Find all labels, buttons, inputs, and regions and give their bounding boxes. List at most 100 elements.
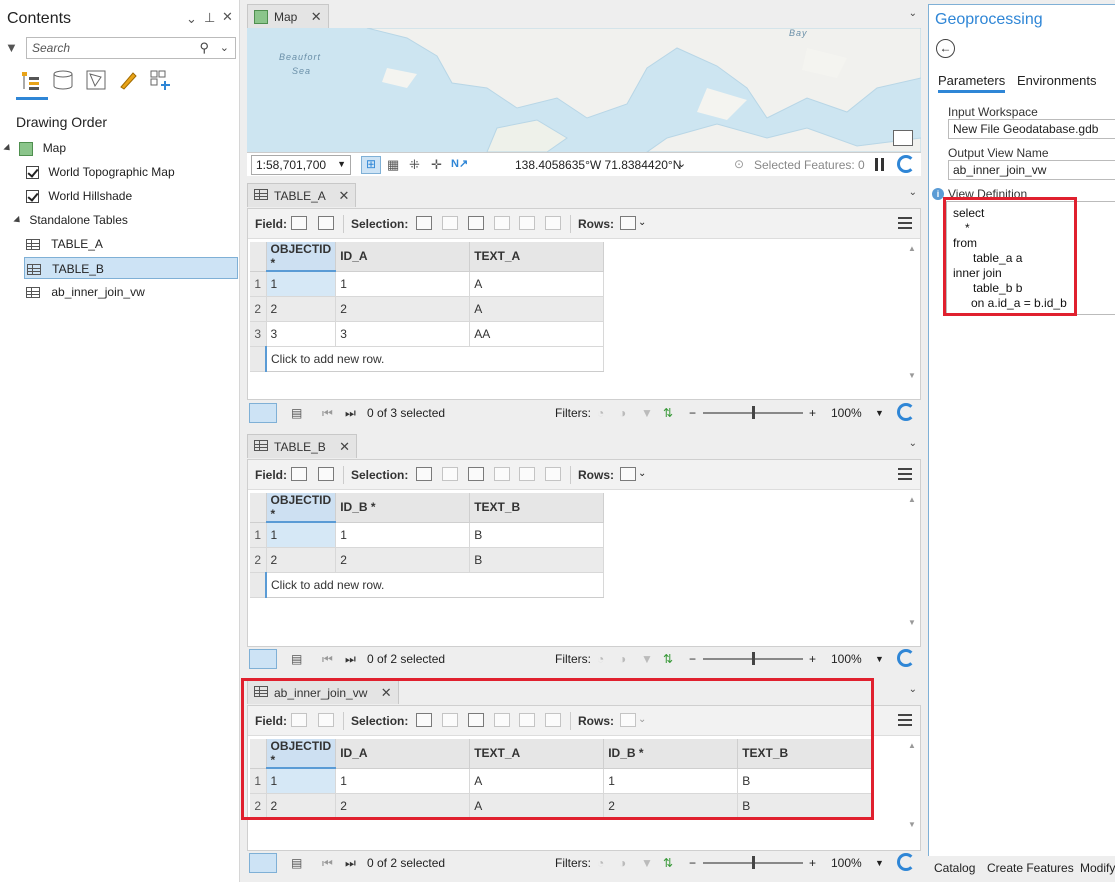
copy-selected-icon[interactable] [545,216,561,230]
pin-icon[interactable]: ⊥ [204,10,215,26]
filter-definition-icon[interactable]: ▼ [641,652,653,666]
calculate-field-icon[interactable] [318,216,334,230]
table-cell[interactable]: 3 [335,321,471,347]
close-icon[interactable]: ✕ [338,188,349,203]
input-workspace-field[interactable]: New File Geodatabase.gdb [948,119,1115,139]
scroll-down-icon[interactable]: ▼ [908,820,916,829]
table-item-view[interactable]: ab_inner_join_vw [26,281,145,303]
dropdown-arrow-icon[interactable]: ▼ [875,858,884,868]
table-cell[interactable]: 2 [335,793,471,819]
filter-selection-icon[interactable]: ◑ [619,406,626,420]
table-item-table-b[interactable]: TABLE_B [24,257,238,279]
zoom-in-button[interactable]: + [809,652,816,666]
first-record-icon[interactable]: ⏮ [322,406,333,421]
chevron-down-icon[interactable]: ⌄ [677,157,686,170]
column-header[interactable]: TEXT_B [737,739,873,769]
tree-item-standalone-tables[interactable]: Standalone Tables [13,209,128,231]
table-cell[interactable]: 2 [266,547,337,573]
table-cell[interactable]: 1 [266,768,337,794]
table-cell[interactable]: B [737,768,873,794]
rows-menu-icon[interactable] [620,467,636,481]
filter-definition-icon[interactable]: ▼ [641,856,653,870]
last-record-icon[interactable]: ⏭ [345,406,356,421]
chevron-down-icon[interactable]: ⌄ [909,8,917,19]
scroll-down-icon[interactable]: ▼ [908,371,916,380]
zoom-out-button[interactable]: − [689,652,696,666]
scroll-up-icon[interactable]: ▲ [908,495,916,504]
select-by-attributes-icon[interactable] [416,216,432,230]
column-header[interactable]: ID_A [335,242,471,272]
switch-selection-icon[interactable] [468,216,484,230]
first-record-icon[interactable]: ⏮ [322,652,333,667]
rows-menu-icon[interactable] [620,216,636,230]
column-header[interactable]: TEXT_A [469,242,605,272]
filter-extent-icon[interactable]: ◔ [597,856,604,870]
table-cell[interactable]: A [469,296,605,322]
add-row[interactable]: Click to add new row. [250,572,605,598]
filter-definition-icon[interactable]: ▼ [641,406,653,420]
filter-icon[interactable]: ▼ [5,40,18,55]
dropdown-arrow-icon[interactable]: ▼ [875,408,884,418]
table-cell[interactable]: 1 [335,271,471,297]
chevron-down-icon[interactable]: ⌄ [909,438,917,449]
clear-selection-icon[interactable] [494,216,510,230]
tab-parameters[interactable]: Parameters [938,73,1006,93]
column-header[interactable]: OBJECTID * [266,242,337,272]
table-row[interactable]: 2 2 2 A [250,296,605,322]
delete-selected-icon[interactable] [519,467,535,481]
column-header[interactable]: ID_B * [603,739,739,769]
map-canvas[interactable]: Beaufort Sea Bay [247,28,921,152]
close-icon[interactable]: ✕ [311,9,322,24]
refresh-icon[interactable] [897,853,915,871]
close-icon[interactable]: ✕ [222,9,233,25]
calculate-field-icon[interactable] [318,713,334,727]
show-selected-records-icon[interactable]: ▤ [291,856,302,870]
vertical-scrollbar[interactable]: ▲ ▼ [906,493,918,629]
layer-visibility-checkbox[interactable] [26,166,39,180]
table-cell[interactable]: 2 [335,296,471,322]
table-cell[interactable]: 1 [266,271,337,297]
filter-selection-icon[interactable]: ◑ [619,856,626,870]
copy-selected-icon[interactable] [545,713,561,727]
switch-selection-icon[interactable] [468,713,484,727]
table-cell[interactable]: AA [469,321,605,347]
list-by-source-icon[interactable] [52,69,74,91]
search-icon[interactable]: ⚲ [199,40,209,56]
table-cell[interactable]: 2 [335,547,471,573]
show-selected-records-icon[interactable]: ▤ [291,406,302,420]
list-by-snapping-icon[interactable] [149,69,171,91]
zoom-level[interactable]: 100% [831,406,862,420]
delete-selected-icon[interactable] [519,216,535,230]
list-by-selection-icon[interactable] [85,69,107,91]
expand-arrow-icon[interactable] [3,144,13,154]
table-cell[interactable]: A [469,768,605,794]
last-record-icon[interactable]: ⏭ [345,652,356,667]
vertical-scrollbar[interactable]: ▲ ▼ [906,242,918,382]
column-header[interactable]: TEXT_A [469,739,605,769]
table-cell[interactable]: A [469,793,605,819]
layer-item-topographic[interactable]: World Topographic Map [26,161,175,183]
calculate-field-icon[interactable] [318,467,334,481]
show-all-records-icon[interactable] [249,403,277,423]
table-cell[interactable]: A [469,271,605,297]
tab-catalog[interactable]: Catalog [934,861,975,875]
show-all-records-icon[interactable] [249,649,277,669]
search-input[interactable]: Search ⚲ ⌄ [26,37,236,59]
table-cell[interactable]: 1 [266,522,337,548]
horizontal-scrollbar[interactable] [248,385,906,397]
table-cell[interactable]: 3 [266,321,337,347]
chevron-down-icon[interactable]: ⌄ [638,468,646,479]
constraints-icon[interactable]: ⁜ [409,157,420,173]
column-header[interactable]: OBJECTID * [266,739,337,769]
column-header[interactable]: TEXT_B [469,493,605,523]
table-row[interactable]: 3 3 3 AA [250,321,605,347]
pause-icon[interactable] [875,158,878,171]
add-field-icon[interactable] [291,216,307,230]
table-row[interactable]: 1 1 1 B [250,522,605,548]
zoom-out-button[interactable]: − [689,406,696,420]
column-header[interactable]: ID_A [335,739,471,769]
tab-table-a[interactable]: TABLE_A ✕ [247,183,357,207]
layer-visibility-checkbox[interactable] [26,190,39,204]
dropdown-arrow-icon[interactable]: ▼ [875,654,884,664]
copy-selected-icon[interactable] [545,467,561,481]
